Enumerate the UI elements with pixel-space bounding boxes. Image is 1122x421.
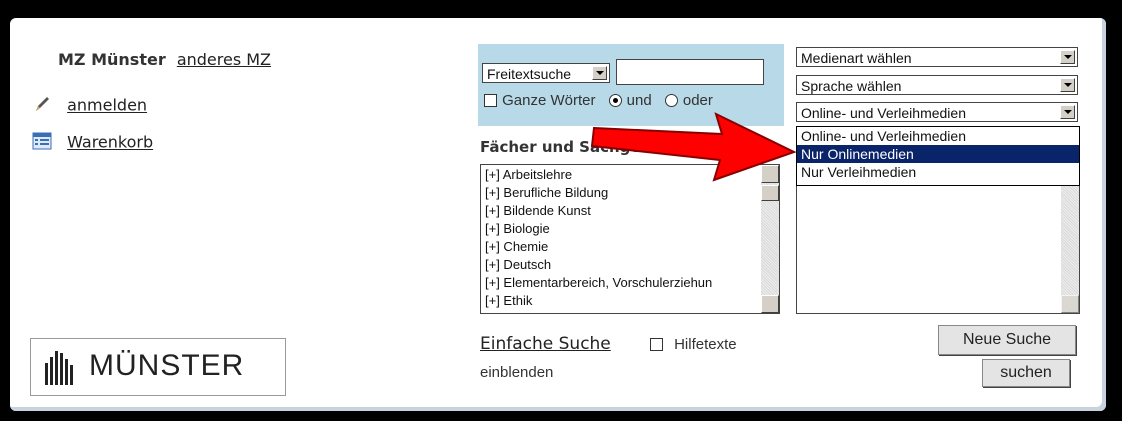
search-mode-value: Freitextsuche [487,66,572,82]
media-type-value: Medienart wählen [801,50,912,66]
whole-words-checkbox[interactable] [484,94,497,107]
language-select[interactable]: Sprache wählen [796,75,1078,95]
and-radio[interactable] [608,94,622,107]
secondary-listbox[interactable] [796,164,1080,314]
list-item[interactable]: [+] Deutsch [481,256,779,274]
help-texts-checkbox[interactable] [650,338,663,351]
availability-dropdown: Online- und Verleihmedien Nur Onlinemedi… [796,126,1080,186]
list-item[interactable]: [+] Elementarbereich, Vorschulerziehun [481,274,779,292]
scroll-thumb[interactable] [761,185,779,201]
simple-search-link[interactable]: Einfache Suche [480,334,611,354]
city-logo-icon [43,349,79,389]
availability-select[interactable]: Online- und Verleihmedien [796,102,1078,122]
scroll-down-button[interactable] [1061,295,1079,313]
dropdown-option-selected[interactable]: Nur Onlinemedien [797,145,1079,163]
other-mz-link[interactable]: anderes MZ [177,50,271,69]
subjects-scrollbar[interactable] [761,165,779,313]
chevron-down-icon[interactable] [1060,78,1075,92]
whole-words-label: Ganze Wörter [502,92,596,109]
help-texts-toggle[interactable]: Hilfetexte [650,334,737,353]
help-texts-label: Hilfetexte [674,336,737,353]
new-search-button[interactable]: Neue Suche [938,325,1076,355]
list-item[interactable]: [+] Chemie [481,238,779,256]
login-row[interactable]: anmelden [32,94,147,118]
logo-text: MÜNSTER [89,349,245,382]
pencil-icon [32,94,52,118]
subjects-items: [+] Arbeitslehre [+] Berufliche Bildung … [481,165,779,310]
language-value: Sprache wählen [801,78,902,94]
list-item[interactable]: [+] Ethik [481,292,779,310]
help-texts-label-cont: einblenden [480,364,554,381]
dropdown-option[interactable]: Nur Verleihmedien [797,163,1079,181]
red-arrow-annotation [590,112,796,182]
list-item[interactable]: [+] Bildende Kunst [481,202,779,220]
or-radio[interactable] [664,94,678,107]
or-label: oder [682,92,713,109]
cart-row[interactable]: Warenkorb [32,132,153,154]
dropdown-option[interactable]: Online- und Verleihmedien [797,127,1079,145]
search-mode-select[interactable]: Freitextsuche [482,63,610,83]
login-link[interactable]: anmelden [67,96,147,115]
search-options: Ganze Wörter und oder [484,90,713,109]
list-item[interactable]: [+] Berufliche Bildung [481,184,779,202]
search-button[interactable]: suchen [982,359,1070,387]
list-item[interactable]: [+] Biologie [481,220,779,238]
and-label: und [626,92,652,109]
media-type-select[interactable]: Medienart wählen [796,47,1078,67]
scroll-down-button[interactable] [761,295,779,313]
search-input[interactable] [616,59,764,85]
mz-header: MZ Münster anderes MZ [58,50,271,69]
subjects-listbox[interactable]: [+] Arbeitslehre [+] Berufliche Bildung … [480,164,780,314]
chevron-down-icon[interactable] [592,66,607,80]
mz-name: MZ Münster [58,50,166,69]
availability-value: Online- und Verleihmedien [801,105,966,121]
list-icon [32,132,52,154]
chevron-down-icon[interactable] [1060,105,1075,119]
chevron-down-icon[interactable] [1060,50,1075,64]
secondary-scrollbar[interactable] [1061,165,1079,313]
cart-link[interactable]: Warenkorb [67,133,153,152]
muenster-logo: MÜNSTER [30,338,286,396]
